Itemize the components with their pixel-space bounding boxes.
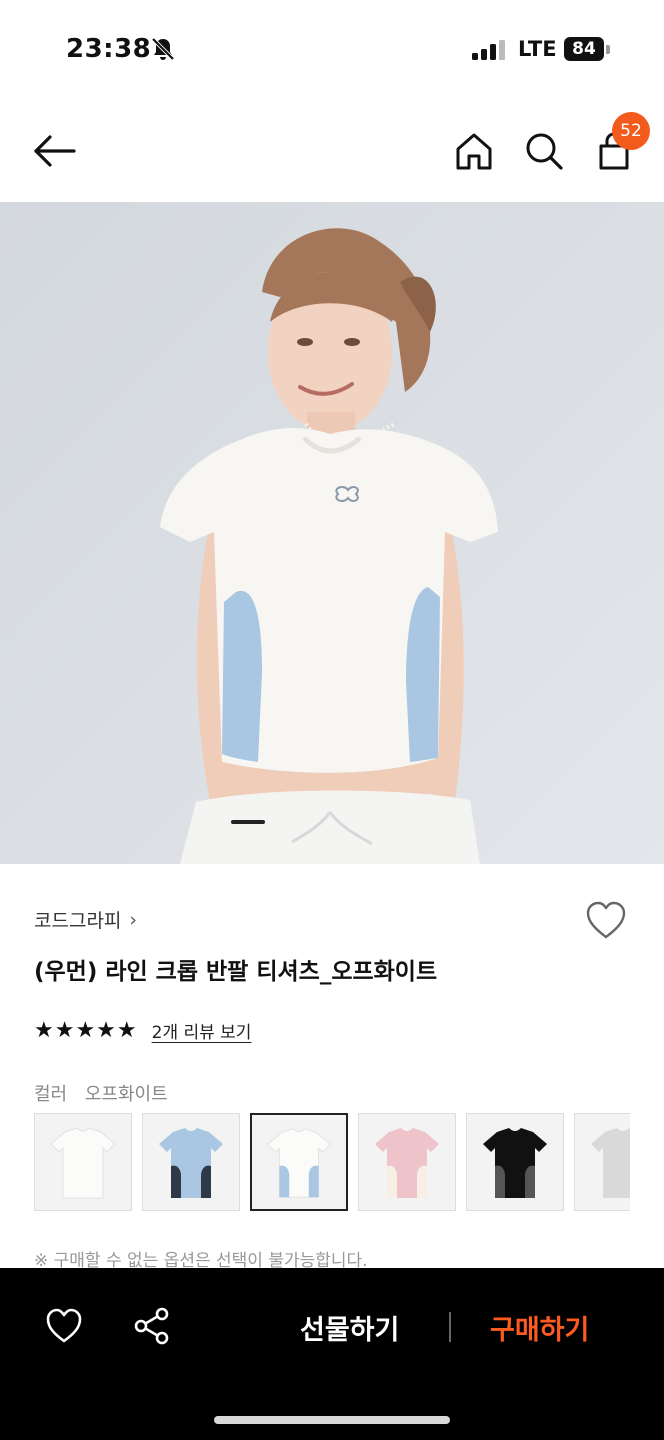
color-swatch-list (34, 1113, 630, 1213)
brand-link[interactable]: 코드그라피 › (34, 906, 137, 933)
cart-count-badge: 52 (612, 112, 650, 150)
color-swatch-selected[interactable] (250, 1113, 348, 1211)
bottom-action-bar: 선물하기 구매하기 (0, 1268, 664, 1440)
buy-button[interactable]: 구매하기 (490, 1308, 589, 1347)
model-illustration (0, 202, 664, 864)
tshirt-thumbnail (591, 1128, 630, 1198)
tshirt-thumbnail (375, 1128, 439, 1198)
color-swatch[interactable] (34, 1113, 132, 1211)
status-time: 23:38 (66, 34, 152, 64)
color-option-label: 컬러 오프화이트 (34, 1080, 168, 1106)
network-label: LTE (518, 37, 557, 61)
review-link[interactable]: 2개 리뷰 보기 (152, 1018, 252, 1043)
back-arrow-icon[interactable] (30, 128, 78, 174)
status-bar: 23:38 LTE 84 (0, 0, 664, 100)
signal-icon (472, 40, 505, 60)
top-nav: 52 (0, 100, 664, 200)
color-swatch[interactable] (142, 1113, 240, 1211)
chevron-right-icon: › (129, 908, 138, 931)
home-indicator (214, 1416, 450, 1424)
brand-name: 코드그라피 (34, 910, 122, 932)
color-swatch[interactable] (358, 1113, 456, 1211)
tshirt-thumbnail (50, 1127, 116, 1199)
battery-icon: 84 (564, 37, 604, 61)
rating-row: ★★★★★ 2개 리뷰 보기 (34, 1018, 251, 1043)
divider (449, 1312, 451, 1342)
color-swatch[interactable] (466, 1113, 564, 1211)
heart-icon[interactable] (44, 1306, 84, 1346)
home-icon[interactable] (452, 128, 496, 174)
search-icon[interactable] (522, 128, 566, 174)
tshirt-thumbnail (483, 1128, 547, 1198)
color-label: 컬러 (34, 1084, 68, 1105)
battery-cap (606, 45, 610, 54)
tshirt-thumbnail (266, 1128, 332, 1198)
image-page-indicator (231, 820, 265, 824)
product-image[interactable] (0, 202, 664, 864)
heart-icon[interactable] (584, 900, 628, 942)
bell-off-icon (151, 37, 175, 61)
tshirt-thumbnail (159, 1128, 223, 1198)
star-rating: ★★★★★ (34, 1018, 138, 1043)
color-value: 오프화이트 (84, 1084, 168, 1105)
gift-button[interactable]: 선물하기 (300, 1308, 399, 1347)
share-icon[interactable] (132, 1306, 172, 1346)
color-swatch[interactable] (574, 1113, 630, 1211)
product-title: (우먼) 라인 크롭 반팔 티셔츠_오프화이트 (34, 959, 438, 985)
